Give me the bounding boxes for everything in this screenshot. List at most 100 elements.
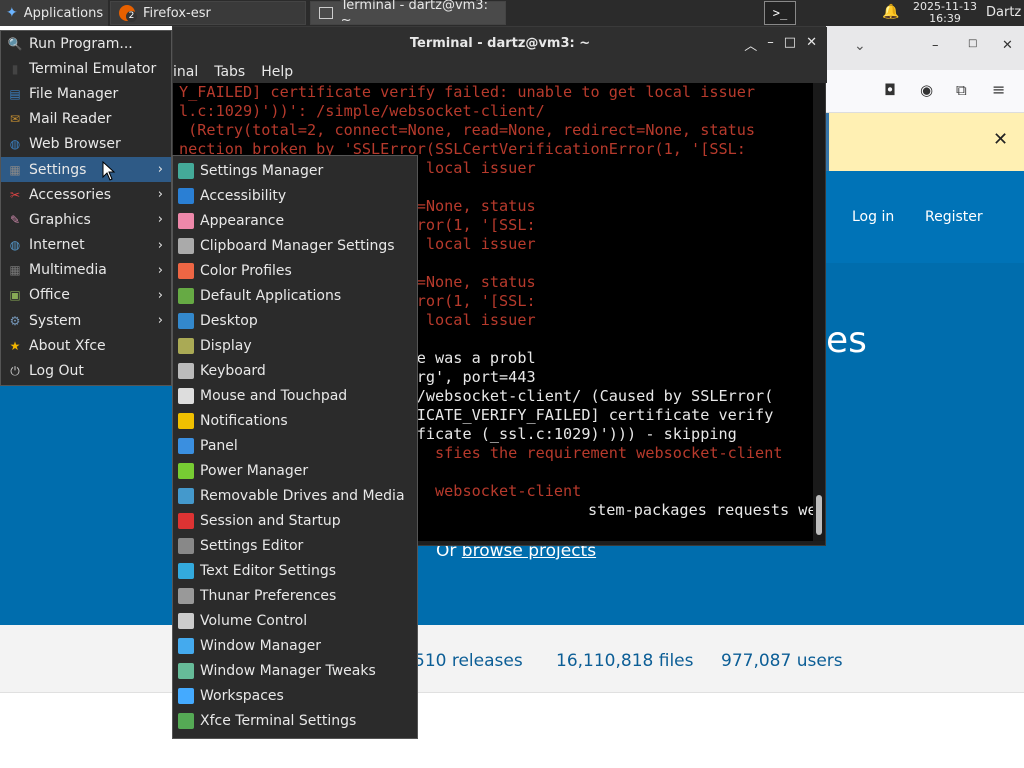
mail-icon: ✉ bbox=[9, 112, 21, 127]
maximize-icon[interactable]: □ bbox=[784, 35, 796, 54]
menu-item-web-browser[interactable]: ◍ Web Browser bbox=[1, 132, 171, 157]
window-manager-tweaks-icon bbox=[178, 662, 194, 679]
settings-item-power-manager[interactable]: Power Manager bbox=[173, 458, 417, 483]
settings-item-xfce-terminal-settings[interactable]: Xfce Terminal Settings bbox=[173, 708, 417, 733]
chevron-right-icon: › bbox=[157, 212, 163, 228]
settings-item-settings-editor[interactable]: Settings Editor bbox=[173, 533, 417, 558]
stat-releases: 510 releases bbox=[414, 651, 523, 671]
settings-item-appearance[interactable]: Appearance bbox=[173, 208, 417, 233]
workspaces-icon bbox=[178, 687, 194, 704]
applications-menu-button[interactable]: ✦ Applications bbox=[0, 0, 108, 26]
settings-item-color-profiles[interactable]: Color Profiles bbox=[173, 258, 417, 283]
login-link[interactable]: Log in bbox=[852, 209, 894, 225]
menu-item-label: Settings bbox=[29, 161, 87, 178]
menu-item-multimedia[interactable]: ▦ Multimedia › bbox=[1, 258, 171, 283]
menu-item-graphics[interactable]: ✎ Graphics › bbox=[1, 207, 171, 232]
minimize-icon[interactable]: – bbox=[932, 38, 939, 53]
settings-item-label: Appearance bbox=[200, 212, 285, 229]
terminal-line: (Retry(total=2, connect=None, read=None,… bbox=[179, 121, 756, 139]
settings-item-panel[interactable]: Panel bbox=[173, 433, 417, 458]
user-menu[interactable]: Dartz bbox=[986, 5, 1021, 20]
accessibility-icon bbox=[178, 187, 194, 204]
settings-item-session-and-startup[interactable]: Session and Startup bbox=[173, 508, 417, 533]
maximize-icon[interactable]: □ bbox=[968, 38, 977, 49]
text-editor-settings-icon bbox=[178, 562, 194, 579]
terminal-launcher-icon[interactable]: >_ bbox=[764, 1, 796, 25]
menu-item-mail-reader[interactable]: ✉ Mail Reader bbox=[1, 107, 171, 132]
settings-item-thunar-preferences[interactable]: Thunar Preferences bbox=[173, 583, 417, 608]
hamburger-menu-icon[interactable]: ≡ bbox=[992, 80, 1005, 99]
applications-label: Applications bbox=[23, 5, 104, 21]
taskbar-label: Firefox-esr bbox=[143, 5, 211, 21]
mouse-pointer-icon bbox=[102, 161, 116, 181]
pypi-header: Log in Register bbox=[826, 171, 1024, 263]
menu-item-run-program[interactable]: 🔍 Run Program... bbox=[1, 31, 171, 56]
taskbar-firefox[interactable]: 2 Firefox-esr bbox=[110, 1, 306, 25]
menu-item-system[interactable]: ⚙ System › bbox=[1, 308, 171, 333]
terminal-scrollbar[interactable] bbox=[813, 83, 825, 541]
menu-item-office[interactable]: ▣ Office › bbox=[1, 283, 171, 308]
register-link[interactable]: Register bbox=[925, 209, 983, 225]
close-icon[interactable]: ✕ bbox=[806, 35, 817, 54]
settings-item-keyboard[interactable]: Keyboard bbox=[173, 358, 417, 383]
shade-icon[interactable]: ︿ bbox=[744, 35, 757, 54]
settings-item-window-manager-tweaks[interactable]: Window Manager Tweaks bbox=[173, 658, 417, 683]
firefox-titlebar: ⌄ – □ ✕ bbox=[826, 26, 1024, 70]
panel-icon bbox=[178, 437, 194, 454]
globe-icon: ◍ bbox=[9, 137, 21, 152]
menu-item-file-manager[interactable]: ▤ File Manager bbox=[1, 81, 171, 106]
chevron-down-icon[interactable]: ⌄ bbox=[854, 38, 866, 54]
settings-item-display[interactable]: Display bbox=[173, 333, 417, 358]
window-manager-icon bbox=[178, 637, 194, 654]
pocket-icon[interactable]: ◘ bbox=[884, 81, 896, 99]
chevron-right-icon: › bbox=[157, 262, 163, 278]
notifications-icon bbox=[178, 412, 194, 429]
account-icon[interactable]: ◉ bbox=[920, 81, 933, 99]
menu-item-label: Office bbox=[29, 287, 70, 304]
settings-item-accessibility[interactable]: Accessibility bbox=[173, 183, 417, 208]
scrollbar-thumb[interactable] bbox=[816, 495, 822, 535]
settings-item-window-manager[interactable]: Window Manager bbox=[173, 633, 417, 658]
menu-item-accessories[interactable]: ✂ Accessories › bbox=[1, 182, 171, 207]
taskbar-terminal[interactable]: Terminal - dartz@vm3: ~ bbox=[310, 0, 506, 28]
settings-item-notifications[interactable]: Notifications bbox=[173, 408, 417, 433]
clock[interactable]: 2025-11-13 16:39 bbox=[904, 0, 986, 26]
settings-item-label: Volume Control bbox=[200, 612, 308, 629]
settings-item-label: Settings Editor bbox=[200, 537, 304, 554]
settings-item-label: Display bbox=[200, 337, 252, 354]
settings-item-removable-drives-and-media[interactable]: Removable Drives and Media bbox=[173, 483, 417, 508]
settings-item-label: Panel bbox=[200, 437, 238, 454]
settings-submenu: Settings Manager Accessibility Appearance C… bbox=[172, 155, 418, 739]
color-profiles-icon bbox=[178, 262, 194, 279]
xfce-terminal-settings-icon bbox=[178, 712, 194, 729]
minimize-icon[interactable]: – bbox=[767, 35, 774, 54]
mouse-and-touchpad-icon bbox=[178, 387, 194, 404]
extensions-icon[interactable]: ⧉ bbox=[956, 81, 967, 99]
menu-item-log-out[interactable]: ⏻ Log Out bbox=[1, 358, 171, 383]
menu-item-about-xfce[interactable]: ★ About Xfce bbox=[1, 333, 171, 358]
chevron-right-icon: › bbox=[157, 162, 163, 178]
settings-item-label: Window Manager Tweaks bbox=[200, 662, 376, 679]
settings-item-clipboard-manager-settings[interactable]: Clipboard Manager Settings bbox=[173, 233, 417, 258]
settings-item-desktop[interactable]: Desktop bbox=[173, 308, 417, 333]
menu-item-internet[interactable]: ◍ Internet › bbox=[1, 233, 171, 258]
office-icon: ▣ bbox=[9, 288, 21, 303]
star-icon: ★ bbox=[9, 338, 21, 353]
settings-item-label: Thunar Preferences bbox=[200, 587, 337, 604]
settings-item-settings-manager[interactable]: Settings Manager bbox=[173, 158, 417, 183]
hero-heading: es bbox=[826, 320, 867, 361]
close-icon[interactable]: ✕ bbox=[1002, 38, 1013, 53]
settings-item-default-applications[interactable]: Default Applications bbox=[173, 283, 417, 308]
notification-bell-icon[interactable]: 🔔 bbox=[882, 4, 899, 20]
menu-item-terminal-emulator[interactable]: ▮ Terminal Emulator bbox=[1, 56, 171, 81]
settings-item-text-editor-settings[interactable]: Text Editor Settings bbox=[173, 558, 417, 583]
menu-item-settings[interactable]: ▦ Settings › bbox=[1, 156, 171, 183]
settings-item-volume-control[interactable]: Volume Control bbox=[173, 608, 417, 633]
settings-item-mouse-and-touchpad[interactable]: Mouse and Touchpad bbox=[173, 383, 417, 408]
menu-terminal[interactable]: inal bbox=[173, 64, 198, 80]
chevron-right-icon: › bbox=[157, 187, 163, 203]
settings-item-workspaces[interactable]: Workspaces bbox=[173, 683, 417, 708]
close-icon[interactable]: ✕ bbox=[993, 129, 1008, 150]
menu-tabs[interactable]: Tabs bbox=[214, 64, 245, 80]
menu-help[interactable]: Help bbox=[261, 64, 293, 80]
